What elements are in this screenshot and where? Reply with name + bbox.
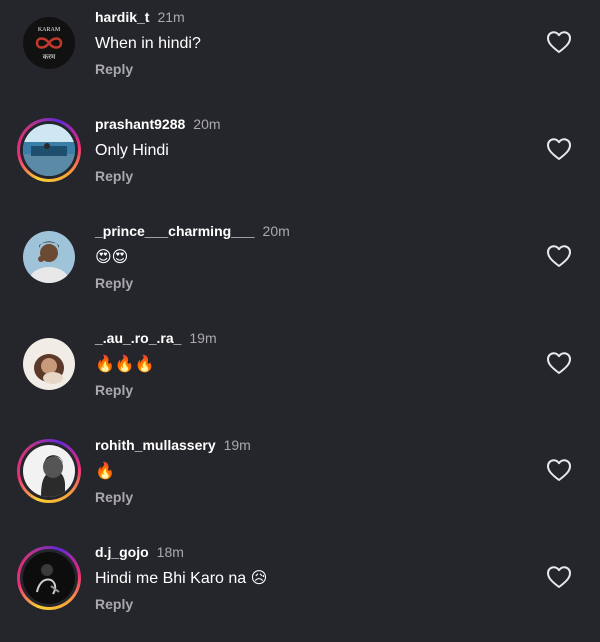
timestamp: 18m — [156, 544, 184, 560]
comment-item: _.au_.ro_.ra_ 19m 🔥🔥🔥 Reply — [0, 321, 600, 428]
comment-text: 😍😍 — [95, 249, 129, 266]
avatar-image — [23, 445, 75, 497]
avatar-image — [23, 124, 75, 176]
avatar[interactable] — [17, 118, 81, 182]
reply-button[interactable]: Reply — [95, 596, 133, 613]
like-button[interactable] — [546, 30, 572, 54]
heart-outline-icon — [547, 352, 571, 374]
username[interactable]: _.au_.ro_.ra_ — [95, 330, 181, 346]
comment-meta: rohith_mullassery 19m — [95, 437, 251, 454]
reply-button[interactable]: Reply — [95, 61, 133, 78]
comment-text-content: Hindi me Bhi Karo na — [95, 570, 247, 587]
comment-meta: prashant9288 20m — [95, 116, 221, 133]
heart-outline-icon — [547, 245, 571, 267]
avatar-image — [23, 552, 75, 604]
username[interactable]: prashant9288 — [95, 116, 185, 132]
heart-outline-icon — [547, 459, 571, 481]
sad-relieved-face-emoji: 😥 — [250, 570, 268, 587]
comment-text: Only Hindi — [95, 142, 169, 159]
avatar-image — [23, 231, 75, 283]
comment-item: KARAM करम hardik_t 21m When in hindi? Rep… — [0, 0, 600, 107]
comment-text: When in hindi? — [95, 35, 201, 52]
like-button[interactable] — [546, 565, 572, 589]
comment-text: Hindi me Bhi Karo na 😥 — [95, 568, 267, 590]
reply-button[interactable]: Reply — [95, 275, 133, 292]
reply-button[interactable]: Reply — [95, 489, 133, 506]
avatar-logo-text-bottom: करम — [43, 53, 56, 61]
timestamp: 19m — [223, 437, 251, 453]
like-button[interactable] — [546, 244, 572, 268]
timestamp: 19m — [189, 330, 217, 346]
reply-button[interactable]: Reply — [95, 382, 133, 399]
timestamp: 20m — [193, 116, 221, 132]
avatar-image: KARAM करम — [23, 17, 75, 69]
comment-item: prashant9288 20m Only Hindi Reply — [0, 107, 600, 214]
avatar[interactable] — [17, 439, 81, 503]
comment-meta: hardik_t 21m — [95, 9, 185, 26]
avatar[interactable] — [17, 546, 81, 610]
username[interactable]: d.j_gojo — [95, 544, 149, 560]
avatar-image — [23, 338, 75, 390]
like-button[interactable] — [546, 137, 572, 161]
comment-text: 🔥🔥🔥 — [95, 356, 155, 373]
timestamp: 20m — [262, 223, 290, 239]
comment-meta: _.au_.ro_.ra_ 19m — [95, 330, 217, 347]
username[interactable]: _prince___charming___ — [95, 223, 255, 239]
comment-item: _prince___charming___ 20m 😍😍 Reply — [0, 214, 600, 321]
heart-outline-icon — [547, 31, 571, 53]
comment-meta: d.j_gojo 18m — [95, 544, 184, 561]
username[interactable]: hardik_t — [95, 9, 149, 25]
timestamp: 21m — [157, 9, 185, 25]
like-button[interactable] — [546, 351, 572, 375]
comment-meta: _prince___charming___ 20m — [95, 223, 290, 240]
avatar[interactable] — [17, 332, 81, 396]
reply-button[interactable]: Reply — [95, 168, 133, 185]
heart-outline-icon — [547, 138, 571, 160]
comment-item: d.j_gojo 18m Hindi me Bhi Karo na 😥 Reply — [0, 535, 600, 642]
avatar[interactable] — [17, 225, 81, 289]
like-button[interactable] — [546, 458, 572, 482]
username[interactable]: rohith_mullassery — [95, 437, 216, 453]
comment-item: rohith_mullassery 19m 🔥 Reply — [0, 428, 600, 535]
avatar-logo-text-top: KARAM — [38, 27, 61, 33]
avatar[interactable]: KARAM करम — [17, 11, 81, 75]
comment-text: 🔥 — [95, 463, 115, 480]
heart-outline-icon — [547, 566, 571, 588]
